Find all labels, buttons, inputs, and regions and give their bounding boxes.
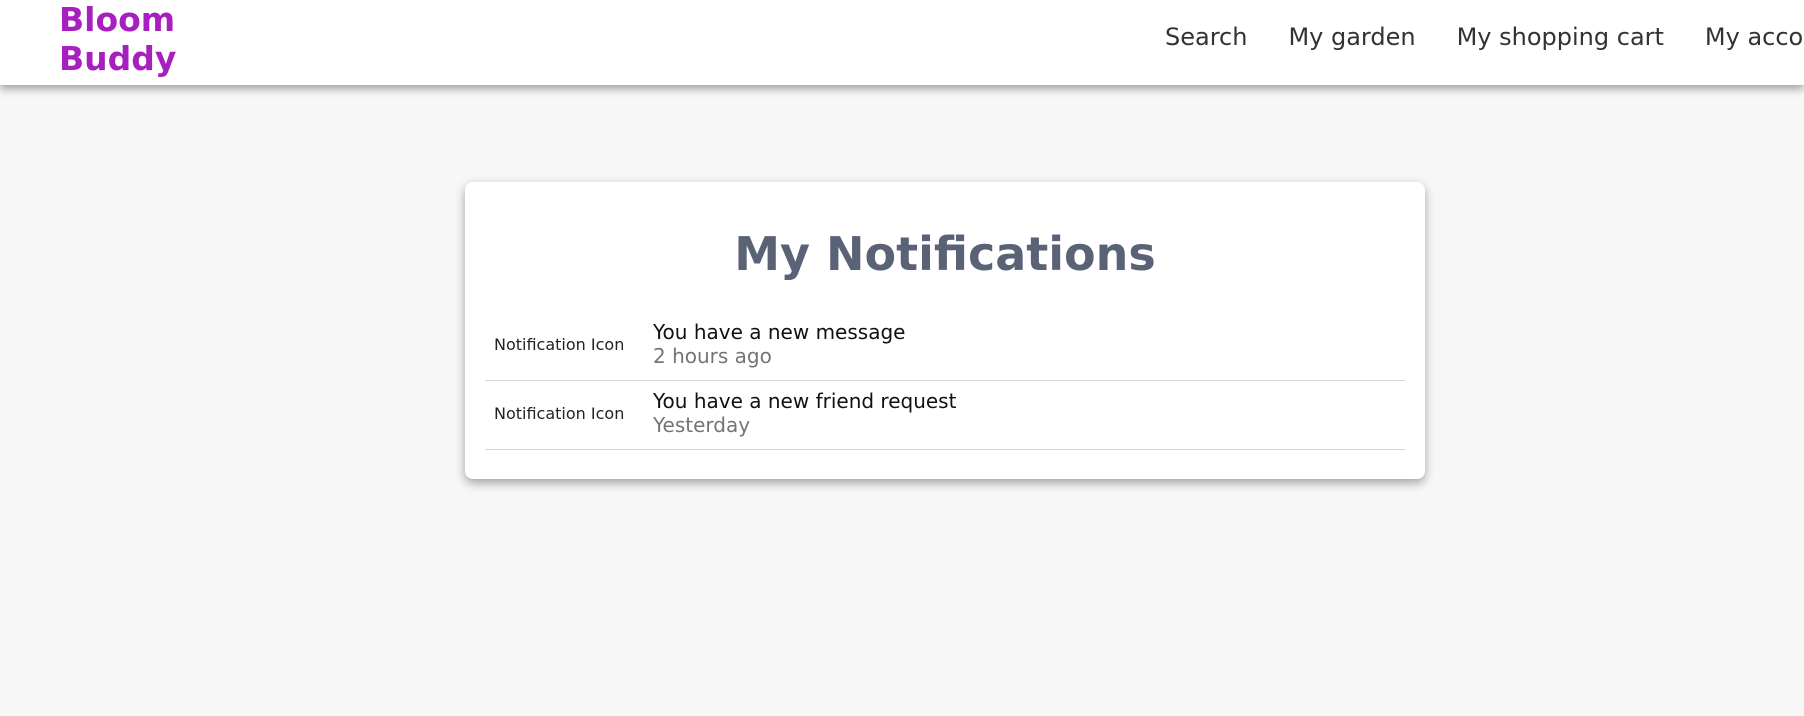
notification-item[interactable]: Notification Icon You have a new friend … bbox=[485, 381, 1405, 450]
page-title: My Notifications bbox=[734, 227, 1156, 281]
notification-list: Notification Icon You have a new message… bbox=[485, 312, 1405, 450]
logo-line-buddy: Buddy bbox=[59, 39, 177, 78]
notification-content: You have a new friend request Yesterday bbox=[653, 389, 956, 437]
nav-link-my-garden[interactable]: My garden bbox=[1288, 20, 1415, 54]
nav-link-search[interactable]: Search bbox=[1165, 20, 1247, 54]
notification-content: You have a new message 2 hours ago bbox=[653, 320, 905, 368]
notification-icon-alt-text: Notification Icon bbox=[494, 335, 625, 354]
logo-line-bloom: Bloom bbox=[59, 0, 176, 39]
notifications-card: My Notifications Notification Icon You h… bbox=[465, 182, 1425, 479]
notification-icon: Notification Icon bbox=[494, 335, 624, 354]
notification-time: 2 hours ago bbox=[653, 344, 772, 368]
main-nav: Search My garden My shopping cart My acc… bbox=[1165, 20, 1804, 54]
notification-message: You have a new friend request bbox=[653, 389, 957, 413]
notification-message: You have a new message bbox=[653, 320, 906, 344]
top-navigation-bar: Bloom Buddy Search My garden My shopping… bbox=[0, 0, 1804, 85]
site-logo[interactable]: Bloom Buddy bbox=[59, 0, 176, 78]
notification-time: Yesterday bbox=[653, 413, 751, 437]
notification-icon-alt-text: Notification Icon bbox=[494, 404, 625, 423]
nav-link-my-account[interactable]: My account bbox=[1705, 20, 1804, 54]
notification-item[interactable]: Notification Icon You have a new message… bbox=[485, 312, 1405, 381]
notification-icon: Notification Icon bbox=[494, 404, 624, 423]
nav-link-shopping-cart[interactable]: My shopping cart bbox=[1457, 20, 1664, 54]
